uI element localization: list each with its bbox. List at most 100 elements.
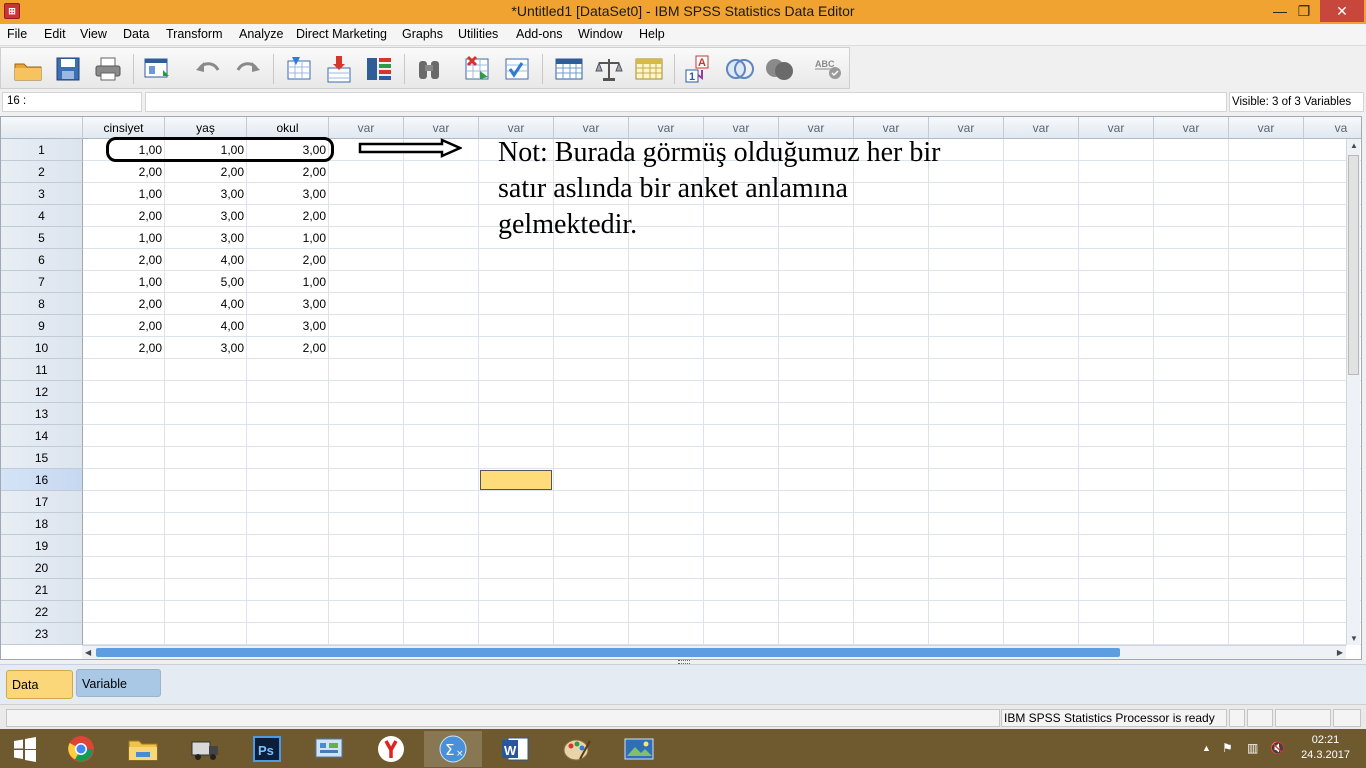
data-cell[interactable] bbox=[1004, 623, 1079, 645]
data-cell[interactable] bbox=[404, 447, 479, 469]
data-cell[interactable] bbox=[629, 359, 704, 381]
data-cell[interactable]: 1,00 bbox=[83, 271, 165, 293]
data-cell[interactable] bbox=[929, 535, 1004, 557]
data-cell[interactable] bbox=[83, 623, 165, 645]
data-cell[interactable] bbox=[704, 601, 779, 623]
data-cell[interactable] bbox=[1154, 535, 1229, 557]
menu-file[interactable]: File bbox=[7, 27, 27, 41]
data-cell[interactable] bbox=[329, 491, 404, 513]
data-cell[interactable] bbox=[929, 403, 1004, 425]
data-cell[interactable] bbox=[404, 293, 479, 315]
data-cell[interactable] bbox=[1004, 381, 1079, 403]
row-header[interactable]: 5 bbox=[1, 227, 83, 249]
data-cell[interactable] bbox=[329, 271, 404, 293]
data-cell[interactable] bbox=[247, 491, 329, 513]
data-cell[interactable] bbox=[1079, 513, 1154, 535]
data-cell[interactable] bbox=[929, 271, 1004, 293]
data-cell[interactable] bbox=[83, 579, 165, 601]
data-cell[interactable] bbox=[704, 249, 779, 271]
data-cell[interactable]: 2,00 bbox=[83, 293, 165, 315]
data-cell[interactable] bbox=[1079, 557, 1154, 579]
volume-muted-icon[interactable]: 🔇 bbox=[1270, 741, 1285, 755]
data-cell[interactable] bbox=[629, 403, 704, 425]
data-cell[interactable] bbox=[479, 249, 554, 271]
data-cell[interactable] bbox=[1229, 337, 1304, 359]
data-cell[interactable] bbox=[247, 359, 329, 381]
data-cell[interactable] bbox=[854, 535, 929, 557]
data-cell[interactable] bbox=[779, 381, 854, 403]
data-cell[interactable] bbox=[929, 557, 1004, 579]
data-cell[interactable] bbox=[329, 359, 404, 381]
data-cell[interactable] bbox=[479, 425, 554, 447]
column-header[interactable]: okul bbox=[247, 117, 329, 139]
data-cell[interactable] bbox=[1154, 161, 1229, 183]
data-cell[interactable] bbox=[479, 447, 554, 469]
menu-edit[interactable]: Edit bbox=[44, 27, 66, 41]
tab-data-view[interactable]: Data View bbox=[6, 670, 73, 721]
data-cell[interactable]: 3,00 bbox=[247, 183, 329, 205]
data-cell[interactable] bbox=[629, 315, 704, 337]
data-cell[interactable] bbox=[1229, 557, 1304, 579]
data-cell[interactable]: 3,00 bbox=[165, 205, 247, 227]
data-cell[interactable] bbox=[629, 601, 704, 623]
data-cell[interactable] bbox=[629, 293, 704, 315]
data-cell[interactable] bbox=[329, 381, 404, 403]
data-cell[interactable]: 4,00 bbox=[165, 315, 247, 337]
action-center-flag-icon[interactable]: ⚑ bbox=[1222, 741, 1233, 755]
data-cell[interactable] bbox=[247, 535, 329, 557]
tab-variable-view[interactable]: Variable View bbox=[76, 669, 161, 719]
data-cell[interactable] bbox=[554, 623, 629, 645]
data-cell[interactable] bbox=[1004, 491, 1079, 513]
data-cell[interactable] bbox=[629, 579, 704, 601]
data-cell[interactable] bbox=[854, 469, 929, 491]
data-cell[interactable] bbox=[247, 579, 329, 601]
data-cell[interactable] bbox=[1229, 425, 1304, 447]
data-cell[interactable] bbox=[779, 447, 854, 469]
row-header[interactable]: 21 bbox=[1, 579, 83, 601]
data-cell[interactable] bbox=[854, 315, 929, 337]
data-cell[interactable] bbox=[1229, 601, 1304, 623]
data-cell[interactable] bbox=[629, 447, 704, 469]
data-cell[interactable] bbox=[1229, 183, 1304, 205]
row-header[interactable]: 15 bbox=[1, 447, 83, 469]
data-cell[interactable] bbox=[704, 381, 779, 403]
data-cell[interactable] bbox=[329, 249, 404, 271]
data-cell[interactable] bbox=[554, 535, 629, 557]
data-cell[interactable] bbox=[1079, 271, 1154, 293]
data-cell[interactable] bbox=[704, 271, 779, 293]
data-cell[interactable] bbox=[329, 183, 404, 205]
data-cell[interactable] bbox=[704, 425, 779, 447]
data-cell[interactable] bbox=[554, 513, 629, 535]
data-cell[interactable]: 2,00 bbox=[247, 161, 329, 183]
column-header[interactable]: var bbox=[329, 117, 404, 139]
data-cell[interactable] bbox=[1154, 315, 1229, 337]
data-cell[interactable] bbox=[779, 579, 854, 601]
data-cell[interactable] bbox=[165, 513, 247, 535]
data-cell[interactable] bbox=[629, 381, 704, 403]
data-cell[interactable] bbox=[779, 491, 854, 513]
data-cell[interactable] bbox=[329, 337, 404, 359]
data-cell[interactable] bbox=[1154, 469, 1229, 491]
data-cell[interactable] bbox=[329, 315, 404, 337]
data-cell[interactable] bbox=[1154, 491, 1229, 513]
scroll-up-icon[interactable]: ▲ bbox=[1350, 141, 1358, 150]
data-cell[interactable] bbox=[1079, 403, 1154, 425]
data-cell[interactable] bbox=[554, 315, 629, 337]
word-icon[interactable]: W bbox=[486, 731, 544, 767]
data-cell[interactable] bbox=[704, 403, 779, 425]
data-cell[interactable] bbox=[1154, 601, 1229, 623]
menu-utilities[interactable]: Utilities bbox=[458, 27, 498, 41]
row-header[interactable]: 4 bbox=[1, 205, 83, 227]
data-cell[interactable] bbox=[329, 161, 404, 183]
data-cell[interactable] bbox=[165, 425, 247, 447]
data-cell[interactable] bbox=[165, 579, 247, 601]
data-cell[interactable] bbox=[247, 381, 329, 403]
data-cell[interactable] bbox=[1154, 227, 1229, 249]
close-button[interactable]: ✕ bbox=[1320, 0, 1364, 22]
data-cell[interactable] bbox=[1004, 293, 1079, 315]
data-cell[interactable] bbox=[1229, 381, 1304, 403]
data-cell[interactable] bbox=[404, 513, 479, 535]
data-cell[interactable] bbox=[1229, 469, 1304, 491]
data-cell[interactable] bbox=[1079, 535, 1154, 557]
data-cell[interactable] bbox=[479, 293, 554, 315]
